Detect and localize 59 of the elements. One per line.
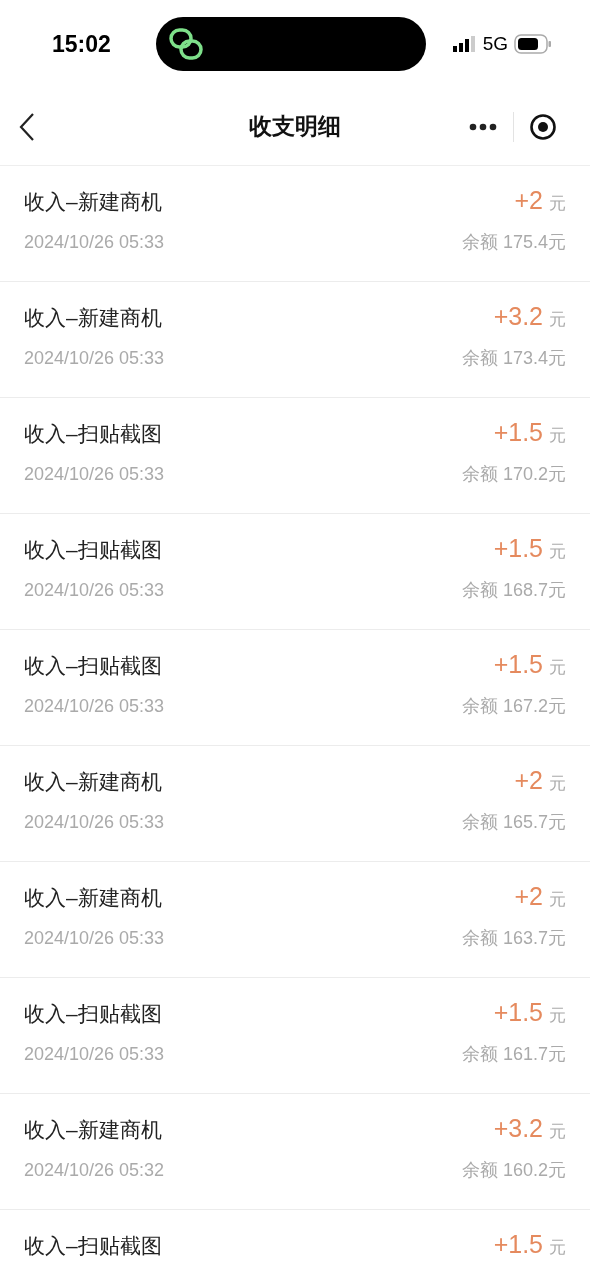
balance: 余额 165.7元 [461, 811, 566, 834]
close-miniprogram-button[interactable] [528, 112, 557, 141]
record-time: 2024/10/26 05:33 [24, 231, 165, 253]
currency-unit: 元 [549, 889, 566, 911]
record-time: 2024/10/26 05:33 [24, 695, 165, 717]
currency-unit: 元 [549, 657, 566, 679]
record-time: 2024/10/26 05:32 [24, 1159, 165, 1181]
record-title: 收入–新建商机 [24, 885, 162, 911]
currency-unit: 元 [549, 1005, 566, 1027]
record-time: 2024/10/26 05:33 [24, 463, 165, 485]
record-title: 收入–扫贴截图 [24, 421, 162, 447]
record-time: 2024/10/26 05:33 [24, 811, 165, 833]
amount: +1.5 [493, 998, 543, 1027]
amount: +3.2 [493, 302, 543, 331]
record-title: 收入–扫贴截图 [24, 1233, 162, 1259]
balance: 余额 160.2元 [461, 1159, 566, 1182]
balance: 余额 173.4元 [461, 347, 566, 370]
record-title: 收入–扫贴截图 [24, 653, 162, 679]
balance: 余额 161.7元 [461, 1043, 566, 1066]
amount: +1.5 [493, 650, 543, 679]
balance: 余额 170.2元 [461, 463, 566, 486]
currency-unit: 元 [549, 425, 566, 447]
amount: +2 [514, 882, 543, 911]
back-icon [18, 111, 36, 142]
record-title: 收入–新建商机 [24, 769, 162, 795]
record-title: 收入–新建商机 [24, 1117, 162, 1143]
record-time: 2024/10/26 05:33 [24, 579, 165, 601]
amount: +2 [514, 186, 543, 215]
record-time: 2024/10/26 05:33 [24, 347, 165, 369]
currency-unit: 元 [549, 1121, 566, 1143]
balance: 余额 175.4元 [461, 231, 566, 254]
record-title: 收入–新建商机 [24, 305, 162, 331]
signal-icon [452, 36, 477, 52]
record-title: 收入–新建商机 [24, 189, 162, 215]
amount: +1.5 [493, 418, 543, 447]
amount: +1.5 [493, 1230, 543, 1259]
currency-unit: 元 [549, 1237, 566, 1259]
currency-unit: 元 [549, 773, 566, 795]
more-icon [469, 122, 498, 131]
record-time: 2024/10/26 05:33 [24, 927, 165, 949]
status-time: 15:02 [52, 30, 112, 58]
currency-unit: 元 [549, 309, 566, 331]
amount: +1.5 [493, 534, 543, 563]
amount: +3.2 [493, 1114, 543, 1143]
record-time: 2024/10/26 05:33 [24, 1043, 165, 1065]
more-button[interactable] [469, 122, 498, 131]
link-icon [168, 27, 204, 61]
network-label: 5G [482, 33, 508, 55]
balance: 余额 167.2元 [461, 695, 566, 718]
balance: 余额 168.7元 [461, 579, 566, 602]
amount: +2 [514, 766, 543, 795]
target-icon [528, 112, 557, 141]
battery-icon [514, 34, 552, 54]
currency-unit: 元 [549, 193, 566, 215]
record-title: 收入–扫贴截图 [24, 1001, 162, 1027]
page-title: 收支明细 [249, 112, 341, 141]
currency-unit: 元 [549, 541, 566, 563]
record-title: 收入–扫贴截图 [24, 537, 162, 563]
balance: 余额 163.7元 [461, 927, 566, 950]
